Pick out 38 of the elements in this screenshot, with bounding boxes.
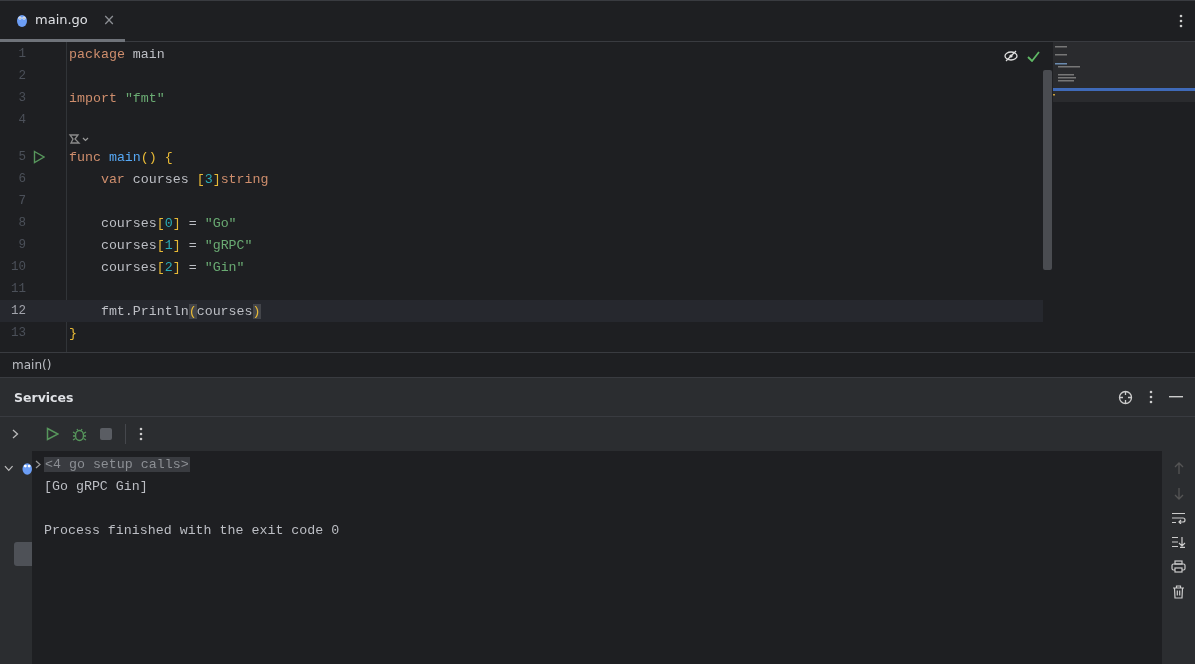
more-icon[interactable] bbox=[139, 427, 143, 441]
inlay-hint-icon[interactable] bbox=[68, 132, 90, 145]
console-output: Process finished with the exit code 0 bbox=[44, 522, 340, 538]
trash-icon[interactable] bbox=[1172, 585, 1185, 599]
soft-wrap-icon[interactable] bbox=[1171, 512, 1186, 524]
scroll-to-end-icon[interactable] bbox=[1171, 536, 1186, 548]
code-line: courses[0] = "Go" bbox=[99, 215, 237, 231]
close-icon[interactable]: × bbox=[102, 10, 116, 29]
scrollbar-thumb[interactable] bbox=[14, 542, 32, 566]
code-line: import "fmt" bbox=[69, 90, 165, 106]
minimize-icon[interactable] bbox=[1169, 396, 1183, 398]
gopher-icon bbox=[16, 12, 28, 27]
code-line: package main bbox=[69, 46, 165, 62]
code-line: fmt.Println(courses) bbox=[99, 303, 261, 319]
file-tab[interactable]: main.go × bbox=[0, 0, 126, 42]
code-line: func main() { bbox=[69, 149, 173, 165]
line-number: 12 bbox=[10, 304, 26, 318]
gopher-icon[interactable] bbox=[21, 461, 32, 475]
code-line: } bbox=[69, 325, 77, 341]
run-icon[interactable] bbox=[46, 427, 59, 441]
bug-icon[interactable] bbox=[72, 426, 87, 442]
panel-title: Services bbox=[14, 389, 74, 405]
hidden-eye-icon[interactable] bbox=[1004, 50, 1018, 62]
console-output: [Go gRPC Gin] bbox=[44, 478, 148, 494]
print-icon[interactable] bbox=[1171, 560, 1186, 573]
scrollbar-thumb[interactable] bbox=[1043, 70, 1052, 270]
chevron-right-icon[interactable] bbox=[12, 429, 19, 439]
breadcrumb[interactable]: main() bbox=[12, 358, 52, 372]
code-line: var courses [3]string bbox=[99, 171, 269, 187]
more-icon[interactable] bbox=[1149, 390, 1153, 404]
run-icon[interactable] bbox=[33, 150, 45, 164]
chevron-right-icon[interactable] bbox=[35, 459, 41, 469]
code-line: courses[1] = "gRPC" bbox=[99, 237, 253, 253]
chevron-down-icon[interactable] bbox=[4, 464, 14, 472]
check-icon[interactable] bbox=[1027, 50, 1040, 62]
crosshair-icon[interactable] bbox=[1118, 389, 1133, 405]
more-icon[interactable] bbox=[1179, 14, 1183, 28]
code-line: courses[2] = "Gin" bbox=[99, 259, 245, 275]
